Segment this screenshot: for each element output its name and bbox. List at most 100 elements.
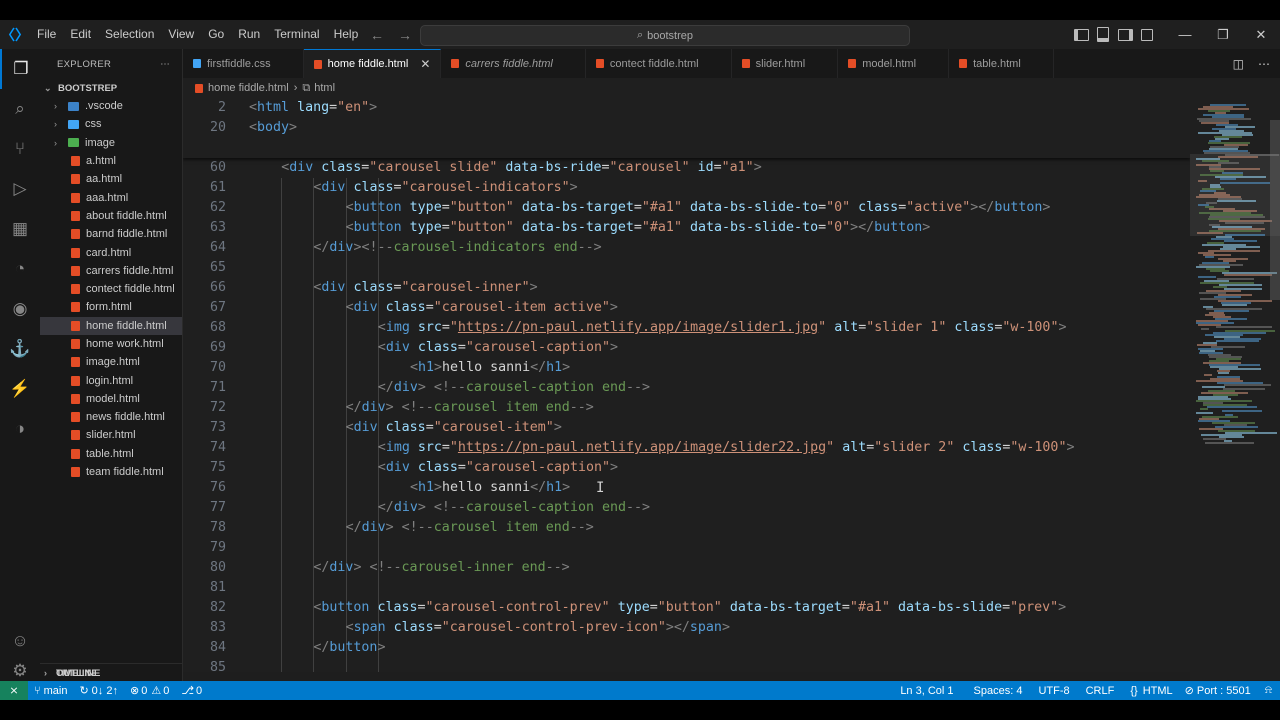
accounts-icon[interactable]: ☺	[0, 621, 40, 661]
folder-vscode[interactable]: › .vscode	[40, 97, 182, 115]
restore-window-icon[interactable]: ❐	[1204, 20, 1242, 49]
file-form-html[interactable]: form.html	[40, 298, 182, 316]
code-line[interactable]: 73 <div class="carousel-item">	[183, 418, 1190, 438]
menu-file[interactable]: File	[30, 20, 63, 49]
menu-view[interactable]: View	[161, 20, 201, 49]
file-home-work-html[interactable]: home work.html	[40, 335, 182, 353]
file-login-html[interactable]: login.html	[40, 371, 182, 389]
vertical-scrollbar[interactable]	[1270, 120, 1280, 300]
file-card-html[interactable]: card.html	[40, 243, 182, 261]
language-mode[interactable]: {} HTML	[1124, 685, 1178, 697]
code-line[interactable]: 68 <img src="https://pn-paul.netlify.app/…	[183, 318, 1190, 338]
code-line[interactable]: 70 <h1>hello sanni</h1>	[183, 358, 1190, 378]
code-line[interactable]: 78 </div> <!--carousel item end-->	[183, 518, 1190, 538]
menu-terminal[interactable]: Terminal	[267, 20, 326, 49]
toggle-primary-sidebar-icon[interactable]	[1070, 20, 1092, 49]
menu-help[interactable]: Help	[327, 20, 366, 49]
remote-icon[interactable]: ⨯	[0, 681, 28, 700]
folder-image[interactable]: › image	[40, 134, 182, 152]
code-line[interactable]: 79	[183, 538, 1190, 558]
file-model-html[interactable]: model.html	[40, 390, 182, 408]
file-slider-html[interactable]: slider.html	[40, 426, 182, 444]
file-carrers-fiddle-html[interactable]: carrers fiddle.html	[40, 262, 182, 280]
file-image-html[interactable]: image.html	[40, 353, 182, 371]
encoding[interactable]: UTF-8	[1032, 685, 1075, 697]
menu-edit[interactable]: Edit	[63, 20, 98, 49]
code-line[interactable]: 62 <button type="button" data-bs-target="…	[183, 198, 1190, 218]
code-line[interactable]: 67 <div class="carousel-item active">	[183, 298, 1190, 318]
file-team-fiddle-html[interactable]: team fiddle.html	[40, 463, 182, 481]
file-table-html[interactable]: table.html	[40, 445, 182, 463]
run-debug-icon[interactable]: ▷	[0, 169, 40, 209]
forward-arrow-icon[interactable]: →	[398, 27, 412, 43]
minimap[interactable]	[1190, 98, 1280, 694]
close-tab-icon[interactable]: ✕	[420, 57, 430, 71]
file-aa-html[interactable]: aa.html	[40, 170, 182, 188]
menu-run[interactable]: Run	[231, 20, 267, 49]
github-icon[interactable]: ◉	[0, 289, 40, 329]
tab-carrers-fiddle-html[interactable]: carrers fiddle.html✕	[441, 49, 586, 78]
indentation[interactable]: Spaces: 4	[968, 685, 1029, 697]
settings-gear-icon[interactable]: ⚙	[0, 661, 40, 681]
file-aaa-html[interactable]: aaa.html	[40, 188, 182, 206]
docker-icon[interactable]: ⚓	[0, 329, 40, 369]
edge-devtools-icon[interactable]: ◔	[0, 249, 40, 289]
problems-status[interactable]: ⊗ 0 ⚠ 0	[124, 684, 175, 698]
file-about-fiddle-html[interactable]: about fiddle.html	[40, 207, 182, 225]
code-line[interactable]: 74 <img src="https://pn-paul.netlify.app/…	[183, 438, 1190, 458]
code-line[interactable]: 66 <div class="carousel-inner">	[183, 278, 1190, 298]
code-editor[interactable]: 60 <div class="carousel slide" data-bs-ri…	[183, 98, 1190, 672]
code-line[interactable]: 64 </div><!--carousel-indicators end-->	[183, 238, 1190, 258]
file-home-fiddle-html[interactable]: home fiddle.html	[40, 316, 182, 335]
code-line[interactable]: 61 <div class="carousel-indicators">	[183, 178, 1190, 198]
code-line[interactable]: 85	[183, 658, 1190, 672]
more-actions-icon[interactable]: ⋯	[160, 59, 170, 70]
file-barnd-fiddle-html[interactable]: barnd fiddle.html	[40, 225, 182, 243]
branch-status[interactable]: ⑂ main	[28, 685, 73, 697]
cursor-position[interactable]: Ln 3, Col 1	[894, 685, 959, 697]
sync-status[interactable]: ↻ 0↓ 2↑	[73, 684, 124, 698]
thunder-client-icon[interactable]: ⚡	[0, 369, 40, 409]
code-line[interactable]: 84 </button>	[183, 638, 1190, 658]
live-share-icon[interactable]: ◑	[0, 409, 40, 449]
code-line[interactable]: 80 </div> <!--carousel-inner end-->	[183, 558, 1190, 578]
folder-css[interactable]: › css	[40, 115, 182, 133]
toggle-panel-icon[interactable]	[1092, 20, 1114, 49]
toggle-secondary-sidebar-icon[interactable]	[1114, 20, 1136, 49]
code-line[interactable]: 20 <body>	[183, 118, 1190, 138]
back-arrow-icon[interactable]: ←	[370, 27, 384, 43]
tab-home-fiddle-html[interactable]: home fiddle.html ✕	[303, 49, 442, 78]
live-server-status[interactable]: ⊘ Port : 5501	[1179, 684, 1257, 698]
search-view-icon[interactable]: ⌕	[0, 89, 40, 129]
code-line[interactable]: 65	[183, 258, 1190, 278]
command-center-search[interactable]: ⌕ bootstrep	[420, 25, 910, 46]
code-line[interactable]: 60 <div class="carousel slide" data-bs-ri…	[183, 158, 1190, 178]
code-line[interactable]: 75 <div class="carousel-caption">	[183, 458, 1190, 478]
customize-layout-icon[interactable]	[1136, 20, 1158, 49]
code-line[interactable]: 2 <html lang="en">	[183, 98, 1190, 118]
tab-firstfiddle-css[interactable]: firstfiddle.css✕	[183, 49, 304, 78]
code-line[interactable]: 77 </div> <!--carousel-caption end-->	[183, 498, 1190, 518]
file-contect-fiddle-html[interactable]: contect fiddle.html	[40, 280, 182, 298]
source-control-icon[interactable]: ⑂	[0, 129, 40, 169]
breadcrumb-file[interactable]: home fiddle.html	[208, 82, 289, 94]
more-actions-icon[interactable]: ⋯	[1258, 57, 1270, 71]
split-editor-icon[interactable]: ◫	[1233, 57, 1244, 71]
code-line[interactable]: 71 </div> <!--carousel-caption end-->	[183, 378, 1190, 398]
tab-model-html[interactable]: model.html✕	[838, 49, 950, 78]
tab-contect-fiddle-html[interactable]: contect fiddle.html✕	[586, 49, 732, 78]
menu-selection[interactable]: Selection	[98, 20, 161, 49]
ports-status[interactable]: ⎇ 0	[175, 684, 208, 698]
tab-slider-html[interactable]: slider.html✕	[732, 49, 839, 78]
menu-go[interactable]: Go	[201, 20, 231, 49]
workspace-root-folder[interactable]: ⌄ BOOTSTREP	[40, 79, 182, 97]
code-line[interactable]: 76 <h1>hello sanni</h1>	[183, 478, 1190, 498]
code-line[interactable]: 83 <span class="carousel-control-prev-ico…	[183, 618, 1190, 638]
code-line[interactable]: 72 </div> <!--carousel item end-->	[183, 398, 1190, 418]
timeline-section[interactable]: › TIMELINE	[40, 663, 186, 682]
explorer-icon[interactable]: ❐	[0, 49, 40, 89]
breadcrumb-symbol[interactable]: html	[314, 82, 335, 94]
close-window-icon[interactable]: ✕	[1242, 20, 1280, 49]
code-line[interactable]: 63 <button type="button" data-bs-target="…	[183, 218, 1190, 238]
minimize-window-icon[interactable]: —	[1166, 20, 1204, 49]
